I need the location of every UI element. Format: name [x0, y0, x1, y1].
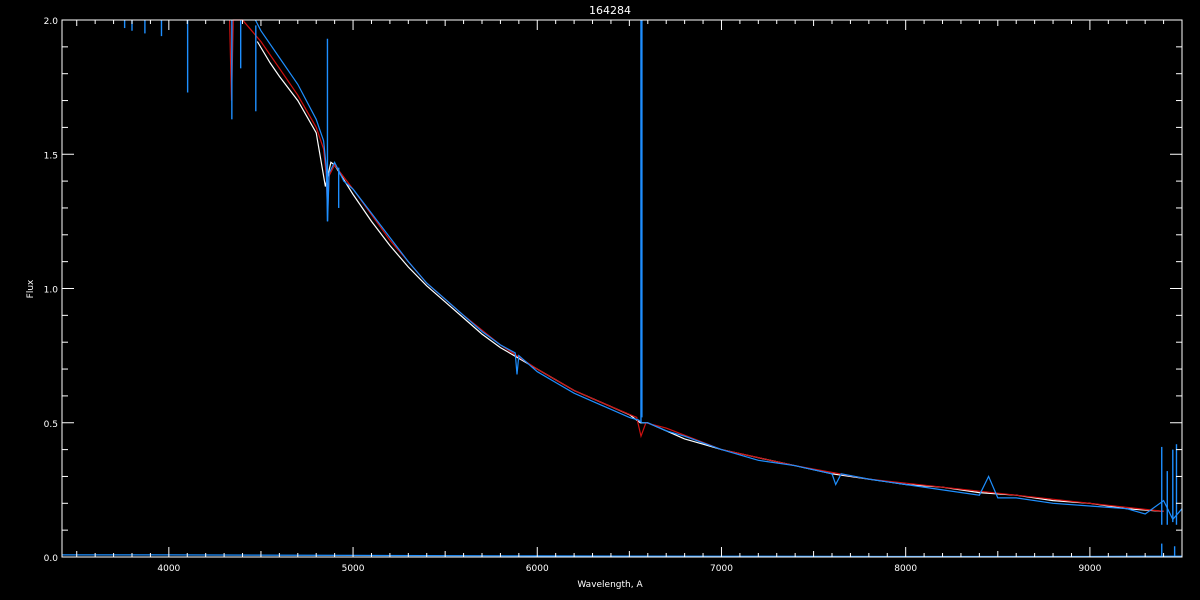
x-tick-label: 8000 [894, 564, 917, 574]
x-axis-label: Wavelength, A [577, 580, 643, 590]
y-axis-label: Flux [26, 279, 36, 298]
y-tick-label: 2.0 [44, 17, 59, 27]
x-tick-label: 4000 [157, 564, 180, 574]
chart-title: 164284 [589, 4, 631, 17]
x-tick-label: 9000 [1078, 564, 1101, 574]
x-tick-label: 7000 [710, 564, 733, 574]
chart-background [0, 0, 1200, 600]
spectrum-chart: 164284 Wavelength, A Flux 4000 5000 6000 70… [0, 0, 1200, 600]
x-tick-label: 6000 [526, 564, 549, 574]
y-tick-label: 0.0 [44, 554, 59, 564]
y-tick-label: 1.0 [44, 286, 59, 296]
y-tick-label: 0.5 [44, 420, 58, 430]
x-tick-label: 5000 [342, 564, 365, 574]
y-tick-label: 1.5 [44, 151, 58, 161]
